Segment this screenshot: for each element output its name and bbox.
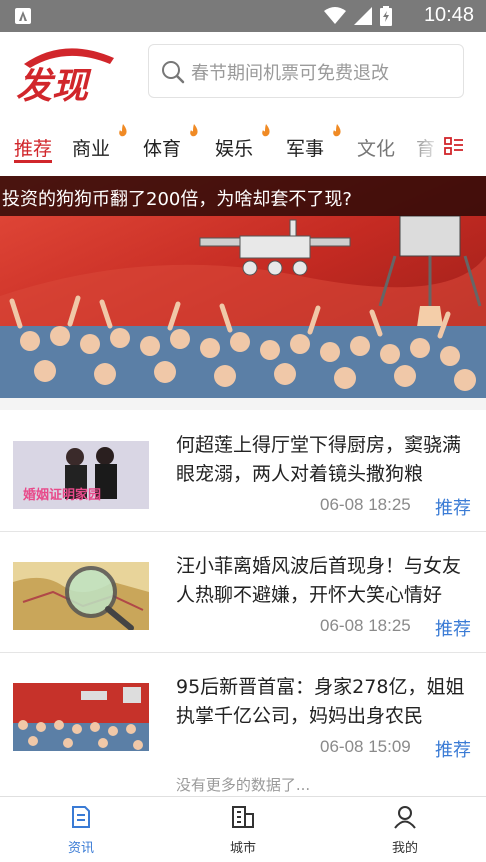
battery-icon: [380, 6, 392, 26]
hot-flame-icon: [333, 124, 341, 137]
hot-flame-icon: [190, 124, 198, 137]
app-logo[interactable]: 发现: [14, 42, 122, 102]
news-item[interactable]: 汪小菲离婚风波后首现身！与女友人热聊不避嫌，开怀大笑心情好 06-08 18:2…: [0, 532, 486, 652]
news-item[interactable]: 婚姻证明家园 何超莲上得厅堂下得厨房，窦骁满眼宠溺，两人对着镜头撒狗粮 06-0…: [0, 411, 486, 531]
status-icons: [324, 6, 392, 26]
status-bar: 10:48: [0, 0, 486, 32]
hot-flame-icon: [262, 124, 270, 137]
city-icon: [232, 806, 254, 828]
nav-city-label: 城市: [229, 841, 256, 856]
search-placeholder: 春节期间机票可免费退改: [191, 63, 389, 84]
search-bar[interactable]: 春节期间机票可免费退改: [148, 44, 464, 98]
tab-culture[interactable]: 文化: [357, 134, 395, 161]
tab-military[interactable]: 军事: [286, 134, 324, 161]
nav-news-label: 资讯: [67, 841, 94, 856]
divider: [0, 398, 486, 410]
news-tag: 推荐: [435, 740, 471, 761]
news-tag: 推荐: [435, 619, 471, 640]
tab-business[interactable]: 商业: [72, 134, 110, 161]
app-notification-icon: [15, 8, 31, 24]
news-icon: [72, 806, 90, 828]
svg-text:发现: 发现: [16, 66, 92, 102]
tab-entertainment[interactable]: 娱乐: [215, 134, 253, 161]
search-icon: [162, 61, 185, 84]
category-tabs: 推荐 商业 体育 娱乐 军事 文化 育: [0, 124, 486, 168]
news-thumbnail: [13, 562, 149, 630]
nav-profile-label: 我的: [391, 841, 418, 856]
nav-news[interactable]: 资讯: [41, 805, 121, 856]
profile-icon: [394, 806, 416, 829]
tab-menu-icon[interactable]: [444, 136, 464, 156]
wifi-icon: [324, 7, 346, 24]
news-item[interactable]: 95后新晋首富：身家278亿，姐姐执掌千亿公司，妈妈出身农民 06-08 15:…: [0, 653, 486, 773]
nav-profile[interactable]: 我的: [365, 805, 445, 856]
tab-recommend[interactable]: 推荐: [14, 134, 52, 161]
svg-text:婚姻证明家园: 婚姻证明家园: [23, 487, 101, 503]
featured-banner[interactable]: 投资的狗狗币翻了200倍，为啥却套不了现?: [0, 176, 486, 398]
news-time: 06-08 18:25: [320, 616, 411, 635]
news-tag: 推荐: [435, 498, 471, 519]
app-header: 发现 春节期间机票可免费退改: [0, 32, 486, 108]
tab-sports[interactable]: 体育: [143, 134, 181, 161]
news-title[interactable]: 汪小菲离婚风波后首现身！与女友人热聊不避嫌，开怀大笑心情好: [176, 552, 472, 610]
signal-icon: [354, 7, 372, 25]
news-title[interactable]: 何超莲上得厅堂下得厨房，窦骁满眼宠溺，两人对着镜头撒狗粮: [176, 431, 472, 489]
bottom-navigation: 资讯 城市 我的: [0, 796, 486, 862]
news-time: 06-08 15:09: [320, 737, 411, 756]
banner-title[interactable]: 投资的狗狗币翻了200倍，为啥却套不了现?: [0, 176, 486, 216]
hot-flame-icon: [119, 124, 127, 137]
news-thumbnail: 婚姻证明家园: [13, 441, 149, 509]
news-time: 06-08 18:25: [320, 495, 411, 514]
clock: 10:48: [423, 4, 474, 26]
no-more-data-text: 没有更多的数据了...: [175, 776, 311, 794]
active-tab-indicator: [14, 160, 52, 163]
news-title[interactable]: 95后新晋首富：身家278亿，姐姐执掌千亿公司，妈妈出身农民: [176, 673, 472, 731]
nav-city[interactable]: 城市: [203, 805, 283, 856]
news-thumbnail: [13, 683, 149, 751]
